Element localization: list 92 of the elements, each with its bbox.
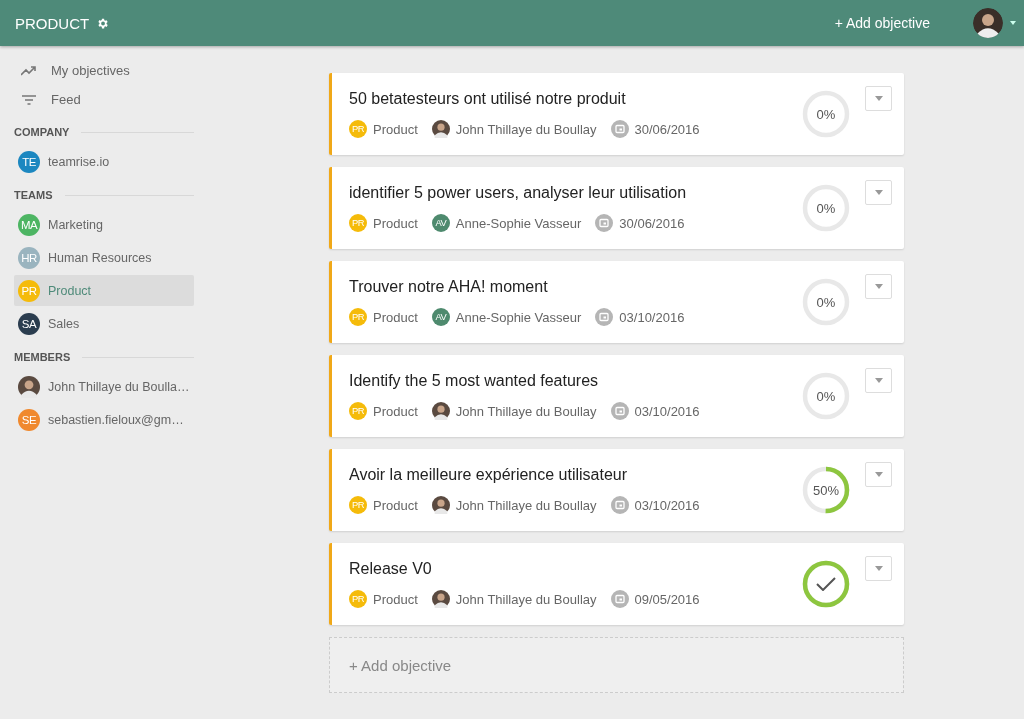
calendar-icon	[595, 214, 614, 232]
avatar-initials: PR	[349, 308, 367, 326]
owner-name: John Thillaye du Boullay	[455, 121, 597, 137]
team-name: Product	[373, 121, 418, 137]
calendar-icon	[610, 402, 629, 420]
caret-icon	[874, 378, 883, 383]
objective-title: Identify the 5 most wanted features	[349, 372, 600, 390]
trend-icon	[21, 65, 37, 76]
due-date: 03/10/2016	[619, 309, 685, 325]
avatar-initials: HR	[18, 246, 40, 269]
calendar-icon	[610, 590, 629, 608]
owner-name: John Thillaye du Boullay	[455, 591, 597, 607]
add-objective-button[interactable]: + Add objective	[329, 637, 904, 693]
dropdown-button[interactable]	[865, 462, 892, 487]
user-avatar-icon	[431, 496, 450, 514]
caret-icon[interactable]	[1010, 21, 1016, 25]
user-avatar-icon	[431, 590, 450, 608]
objective-title: Trouver notre AHA! moment	[349, 278, 549, 296]
nav-link[interactable]: Feed	[14, 85, 194, 114]
objective-title: Release V0	[349, 560, 433, 578]
objective-title: identifier 5 power users, analyser leur utilisation	[349, 184, 688, 202]
avatar-initials: SE	[18, 408, 40, 431]
avatar-initials: AV	[431, 308, 450, 326]
due-date: 09/05/2016	[634, 591, 700, 607]
sidebar-item[interactable]: PR Product	[14, 275, 194, 306]
avatar-initials: SA	[18, 312, 40, 335]
caret-icon	[874, 472, 883, 477]
caret-icon	[874, 190, 883, 195]
sidebar-item[interactable]: MA Marketing	[14, 209, 194, 240]
calendar-icon	[610, 120, 629, 138]
team-name: Product	[373, 309, 418, 325]
calendar-icon	[595, 308, 614, 326]
sidebar-item[interactable]: SE sebastien.fieloux@gm…	[14, 404, 194, 435]
calendar-icon	[610, 496, 629, 514]
sidebar-item[interactable]: SA Sales	[14, 308, 194, 339]
dropdown-button[interactable]	[865, 180, 892, 205]
section-heading: COMPANY	[14, 126, 70, 138]
user-avatar-icon[interactable]	[973, 8, 1003, 38]
progress-percent: 50%	[813, 482, 839, 498]
caret-icon	[874, 284, 883, 289]
page-title: PRODUCT	[15, 14, 90, 32]
objective-title: Avoir la meilleure expérience utilisateur	[349, 466, 629, 484]
avatar-initials: TE	[18, 150, 40, 173]
user-avatar-icon	[431, 120, 450, 138]
progress-percent: 0%	[816, 106, 836, 122]
section-heading: TEAMS	[14, 189, 53, 201]
sidebar-item[interactable]: TE teamrise.io	[14, 146, 194, 177]
owner-name: John Thillaye du Boullay	[455, 497, 597, 513]
objective-card[interactable]: Trouver notre AHA! moment PR Product AV Anne-Sophie Vasseur 03/10/2016 0%	[329, 261, 904, 343]
avatar-initials: AV	[431, 214, 450, 232]
filter-icon	[21, 94, 37, 105]
dropdown-button[interactable]	[865, 274, 892, 299]
objective-card[interactable]: Avoir la meilleure expérience utilisateur PR Product John Thillaye du Boullay 03/10/2016 50%	[329, 449, 904, 531]
objective-card[interactable]: identifier 5 power users, analyser leur utilisation PR Product AV Anne-Sophie Vasseur 30/06/2016 0%	[329, 167, 904, 249]
avatar-initials: PR	[349, 496, 367, 514]
progress-percent: 0%	[816, 388, 836, 404]
progress-percent: 0%	[816, 200, 836, 216]
section-heading: MEMBERS	[14, 351, 71, 363]
objective-card[interactable]: Release V0 PR Product John Thillaye du Boullay 09/05/2016	[329, 543, 904, 625]
team-name: Product	[373, 403, 418, 419]
settings-icon[interactable]	[96, 16, 110, 30]
add-objective-button[interactable]: + Add objective	[830, 11, 934, 35]
due-date: 30/06/2016	[634, 121, 700, 137]
due-date: 03/10/2016	[634, 403, 700, 419]
team-name: Product	[373, 591, 418, 607]
avatar-initials: PR	[18, 279, 40, 302]
dropdown-button[interactable]	[865, 86, 892, 111]
caret-icon	[874, 96, 883, 101]
team-name: Product	[373, 497, 418, 513]
dropdown-button[interactable]	[865, 368, 892, 393]
avatar-initials: PR	[349, 590, 367, 608]
user-avatar-icon	[18, 375, 40, 398]
owner-name: John Thillaye du Boullay	[455, 403, 597, 419]
team-name: Product	[373, 215, 418, 231]
dropdown-button[interactable]	[865, 556, 892, 581]
avatar-initials: MA	[18, 213, 40, 236]
objective-card[interactable]: 50 betatesteurs ont utilisé notre produit PR Product John Thillaye du Boullay 30/06/2016 0%	[329, 73, 904, 155]
objective-card[interactable]: Identify the 5 most wanted features PR Product John Thillaye du Boullay 03/10/2016 0%	[329, 355, 904, 437]
progress-percent: 0%	[816, 294, 836, 310]
avatar-initials: PR	[349, 402, 367, 420]
user-avatar-icon	[431, 402, 450, 420]
avatar-initials: PR	[349, 120, 367, 138]
sidebar-item[interactable]: John Thillaye du Boulla…	[14, 371, 194, 402]
nav-link[interactable]: My objectives	[14, 56, 194, 85]
objective-title: 50 betatesteurs ont utilisé notre produit	[349, 90, 627, 108]
owner-name: Anne-Sophie Vasseur	[455, 309, 582, 325]
sidebar-item[interactable]: HR Human Resources	[14, 242, 194, 273]
owner-name: Anne-Sophie Vasseur	[455, 215, 582, 231]
avatar-initials: PR	[349, 214, 367, 232]
due-date: 30/06/2016	[619, 215, 685, 231]
due-date: 03/10/2016	[634, 497, 700, 513]
caret-icon	[874, 566, 883, 571]
